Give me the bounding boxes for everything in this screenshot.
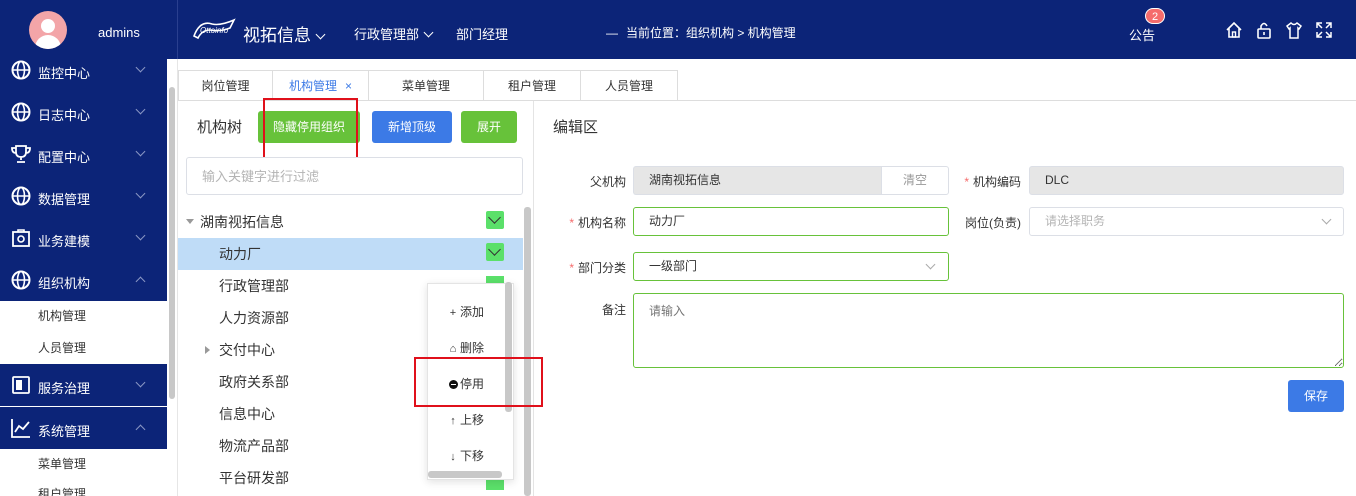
home-icon[interactable] [1224,20,1244,40]
tree-filter-input[interactable] [186,157,523,195]
highlight-box [414,357,543,407]
sidebar-subitem-menu-manage[interactable]: 菜单管理 [38,455,86,472]
sidebar: 监控中心 日志中心 配置中心 数据管理 业务建模 组织机构 机构管理 人员管理 … [0,59,178,496]
context-item-add[interactable]: + 添加 [448,303,484,320]
brand-title[interactable]: 视拓信息 [243,21,326,46]
post-select[interactable]: 请选择职务 [1029,207,1344,236]
arrow-up-icon: ↑ [450,415,456,427]
parent-field[interactable]: 湖南视拓信息 [633,166,883,195]
chevron-down-icon [135,146,146,157]
tree-node-selected[interactable]: 动力厂 [178,238,523,270]
globe-icon [11,270,31,290]
status-check-icon [486,480,504,490]
fullscreen-icon[interactable] [1314,20,1334,40]
plus-icon: + [449,307,457,319]
save-button[interactable]: 保存 [1288,380,1344,412]
chevron-down-icon [135,377,146,388]
chevron-down-icon [135,62,146,73]
sidebar-item-config[interactable]: 配置中心 [0,133,167,175]
chevron-down-icon [135,230,146,241]
chevron-down-icon [1321,214,1332,225]
post-label: 岗位(负责) [965,216,1021,230]
status-check-icon[interactable] [486,243,504,261]
dash-icon: — [606,26,618,40]
sidebar-item-modeling[interactable]: 业务建模 [0,217,167,259]
category-label: * 部门分类 [569,261,626,275]
sidebar-item-log[interactable]: 日志中心 [0,91,167,133]
sidebar-scrollbar[interactable] [169,87,175,399]
code-field[interactable]: DLC [1029,166,1344,195]
context-item-delete[interactable]: ⌂ 删除 [448,339,484,356]
remark-textarea[interactable] [633,293,1344,368]
user-box: admins [0,0,178,59]
context-menu-hscrollbar[interactable] [428,471,502,478]
tree-node[interactable]: 湖南视拓信息 [178,206,523,238]
arrow-down-icon: ↓ [450,451,456,463]
highlight-box [263,98,358,160]
top-bar: admins Ottoinfo 视拓信息 行政管理部 部门经理 — 当前位置：组织… [0,0,1356,59]
tree-scrollbar[interactable] [524,207,531,496]
expand-button[interactable]: 展开 [461,111,517,143]
nav-role[interactable]: 部门经理 [456,24,508,43]
category-select[interactable]: 一级部门 [633,252,949,281]
chevron-down-icon [423,27,434,38]
caret-right-icon[interactable] [205,346,210,354]
chevron-down-icon [135,104,146,115]
close-icon[interactable]: × [345,79,352,93]
lock-icon[interactable] [1254,20,1274,40]
trash-icon: ⌂ [449,343,457,355]
sidebar-item-monitor[interactable]: 监控中心 [0,59,167,91]
sidebar-subitem-staff-manage[interactable]: 人员管理 [38,339,86,356]
caret-down-icon[interactable] [186,219,194,224]
shirt-icon[interactable] [1284,20,1304,40]
editor-title: 编辑区 [553,119,599,136]
tab-menu-manage[interactable]: 菜单管理 [368,70,484,101]
clear-button[interactable]: 清空 [881,166,949,195]
chevron-down-icon [315,29,326,40]
chevron-up-icon [135,276,146,287]
tab-staff-manage[interactable]: 人员管理 [580,70,678,101]
username[interactable]: admins [98,25,140,40]
chevron-down-icon [925,259,936,270]
name-field[interactable]: 动力厂 [633,207,949,236]
tab-post-manage[interactable]: 岗位管理 [178,70,273,101]
parent-label: 父机构 [589,175,626,189]
book-icon [12,376,30,394]
briefcase-gear-icon [12,229,30,247]
sidebar-item-org[interactable]: 组织机构 [0,259,167,301]
chart-icon [11,419,30,438]
svg-text:Ottoinfo: Ottoinfo [200,26,229,35]
sidebar-item-data[interactable]: 数据管理 [0,175,167,217]
status-check-icon[interactable] [486,211,504,229]
tree-title: 机构树 [197,119,243,136]
sidebar-item-system[interactable]: 系统管理 [0,407,167,449]
trophy-icon [11,145,31,163]
notice-badge: 2 [1145,8,1165,24]
globe-icon [11,102,31,122]
chevron-down-icon [135,188,146,199]
brand-logo: Ottoinfo [192,18,236,40]
context-item-move-up[interactable]: ↑ 上移 [448,411,484,428]
sidebar-item-service[interactable]: 服务治理 [0,364,167,406]
name-label: * 机构名称 [569,216,626,230]
context-item-move-down[interactable]: ↓ 下移 [448,447,484,464]
tab-tenant-manage[interactable]: 租户管理 [483,70,581,101]
globe-icon [11,186,31,206]
add-top-level-button[interactable]: 新增顶级 [372,111,452,143]
notice-link[interactable]: 公告 [1129,25,1155,44]
code-label: * 机构编码 [964,175,1021,189]
sidebar-subitem-tenant-manage[interactable]: 租户管理 [38,485,86,496]
avatar[interactable] [29,11,67,49]
tab-org-manage[interactable]: 机构管理 × [272,70,369,101]
chevron-up-icon [135,424,146,435]
sidebar-subitem-org-manage[interactable]: 机构管理 [38,307,86,324]
remark-label: 备注 [601,303,626,317]
nav-department[interactable]: 行政管理部 [354,24,434,43]
panel-divider [533,101,534,496]
breadcrumb: — 当前位置：组织机构 > 机构管理 [606,26,796,40]
globe-icon [11,60,31,80]
